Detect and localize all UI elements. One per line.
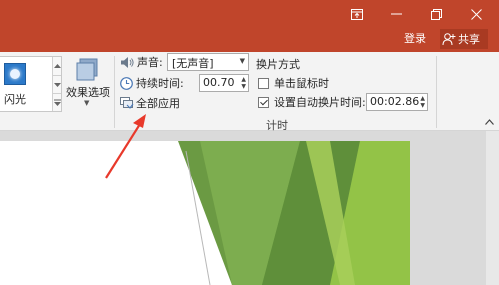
annotation-arrow — [105, 114, 146, 179]
